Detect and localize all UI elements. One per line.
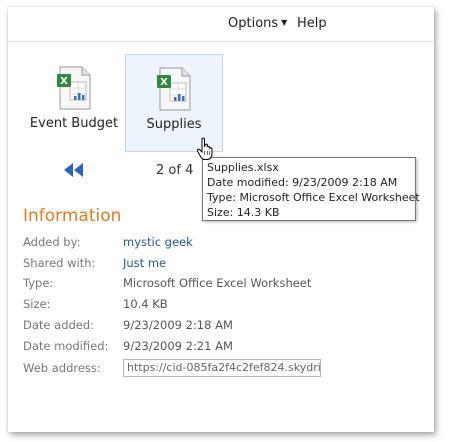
web-address-label: Web address: bbox=[23, 361, 101, 375]
tooltip-size: Size: 14.3 KB bbox=[207, 206, 280, 219]
help-link[interactable]: Help bbox=[297, 16, 327, 31]
information-heading: Information bbox=[23, 206, 122, 226]
date-modified-label: Date modified: bbox=[23, 339, 109, 353]
date-added-value: 9/23/2009 2:18 AM bbox=[123, 318, 233, 332]
date-modified-value: 9/23/2009 2:21 AM bbox=[123, 339, 233, 353]
file-item-event-budget[interactable]: X Event Budget bbox=[26, 54, 122, 150]
date-added-label: Date added: bbox=[23, 318, 95, 332]
tooltip-filename: Supplies.xlsx bbox=[207, 161, 279, 174]
double-left-arrow-icon[interactable] bbox=[63, 163, 85, 177]
type-label: Type: bbox=[23, 276, 54, 290]
tooltip-date-modified: Date modified: 9/23/2009 2:18 AM bbox=[207, 176, 398, 189]
size-value: 10.4 KB bbox=[123, 297, 168, 311]
page-count: 2 of 4 bbox=[156, 163, 194, 178]
svg-text:X: X bbox=[160, 77, 168, 88]
file-name: Supplies bbox=[146, 117, 202, 132]
excel-file-icon: X bbox=[57, 66, 91, 110]
shared-with-label: Shared with: bbox=[23, 256, 96, 270]
added-by-link[interactable]: mystic geek bbox=[123, 235, 193, 249]
excel-file-icon: X bbox=[157, 67, 191, 111]
tooltip-type: Type: Microsoft Office Excel Worksheet bbox=[207, 191, 420, 204]
caret-down-icon: ▼ bbox=[281, 18, 288, 27]
file-name: Event Budget bbox=[29, 116, 119, 131]
file-details-panel: Options ▼ Help X Event Budget X Supplies… bbox=[8, 7, 434, 432]
added-by-label: Added by: bbox=[23, 235, 81, 249]
options-menu-label: Options bbox=[228, 16, 279, 31]
hand-pointer-cursor-icon bbox=[196, 137, 213, 160]
svg-text:X: X bbox=[60, 76, 68, 87]
web-address-field[interactable]: https://cid-085fa2f4c2fef824.skydrive bbox=[123, 359, 321, 377]
options-menu[interactable]: Options ▼ bbox=[228, 16, 287, 31]
shared-with-link[interactable]: Just me bbox=[123, 256, 166, 270]
size-label: Size: bbox=[23, 297, 51, 311]
top-menu-bar: Options ▼ Help bbox=[8, 7, 434, 42]
file-tooltip: Supplies.xlsx Date modified: 9/23/2009 2… bbox=[202, 157, 420, 221]
type-value: Microsoft Office Excel Worksheet bbox=[123, 276, 312, 290]
